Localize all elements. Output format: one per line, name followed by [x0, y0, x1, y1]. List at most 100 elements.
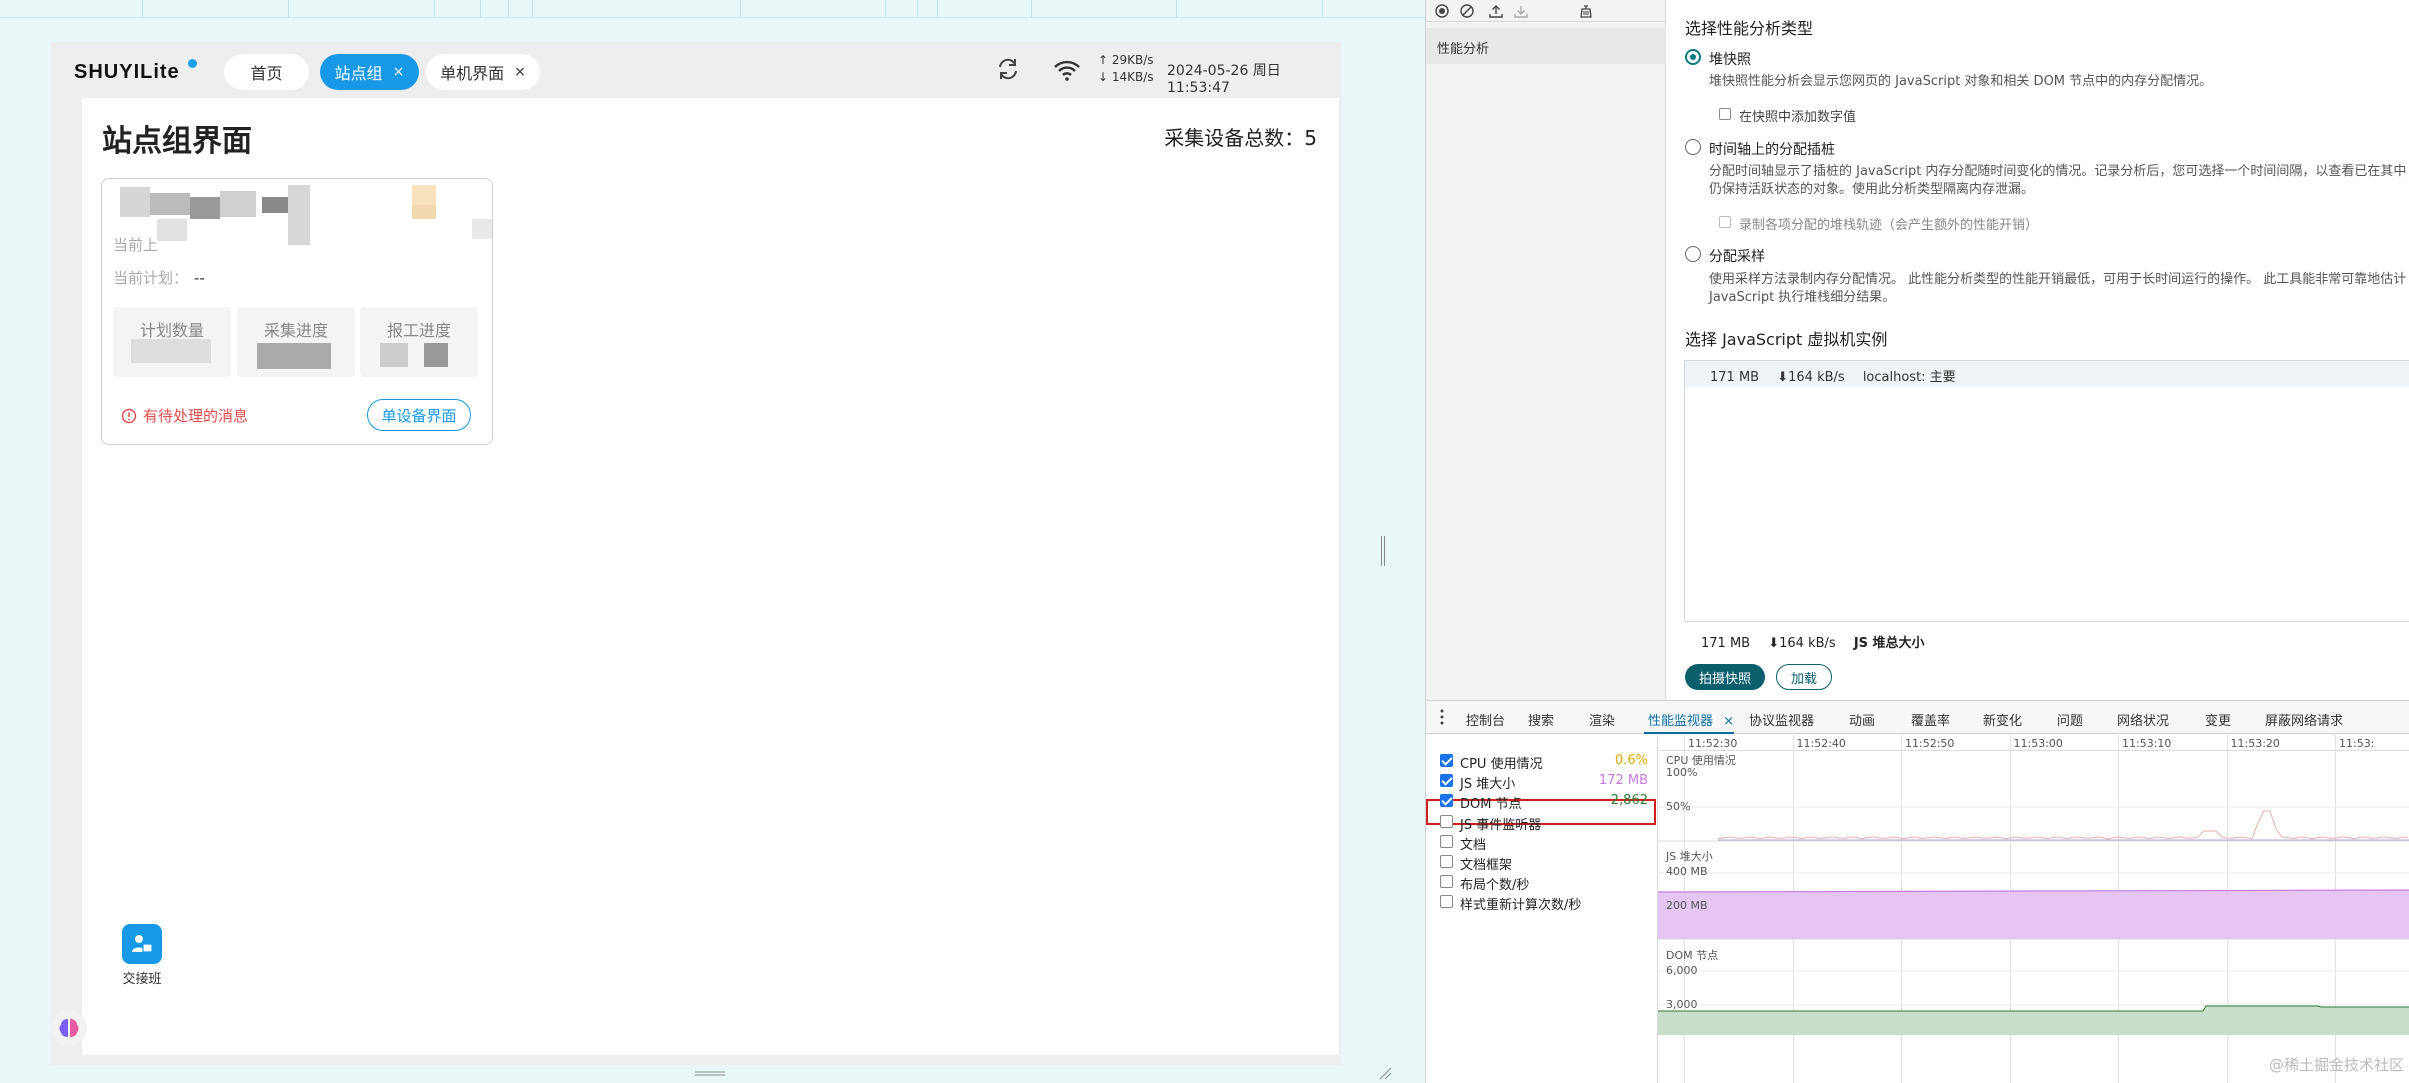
current-line-label: 当前上 [113, 236, 159, 254]
ruler-tick [434, 0, 435, 18]
devtools-panel: 性能分析 选择性能分析类型 堆快照 堆快照性能分析会显示您网页的 JavaScr… [1425, 0, 2409, 1083]
close-icon[interactable]: × [514, 64, 526, 80]
ruler-tick [532, 0, 533, 18]
tab-coverage[interactable]: 覆盖率 [1911, 710, 1950, 729]
top-bar: SHUYILite 首页 站点组 × 单机界面 × ↑ 29KB/s ↓ 14K… [51, 42, 1341, 98]
record-icon[interactable] [1434, 3, 1450, 19]
vm-instance-row[interactable]: 171 MB ⬇164 kB/s localhost: 主要 [1685, 361, 2409, 387]
tab-animations[interactable]: 动画 [1849, 710, 1875, 729]
tab-rendering[interactable]: 渲染 [1589, 710, 1615, 729]
download-speed: ↓ 14KB/s [1098, 70, 1154, 84]
download-icon[interactable] [1513, 3, 1529, 19]
resize-grip-icon[interactable] [1378, 1066, 1392, 1080]
blurred-area [288, 185, 310, 245]
network-speed: ↑ 29KB/s ↓ 14KB/s [1098, 52, 1154, 86]
refresh-icon[interactable] [995, 56, 1021, 82]
allocation-timeline-desc-2: 仍保持活跃状态的对象。使用此分析类型隔离内存泄漏。 [1709, 182, 2035, 197]
allocation-sampling-desc-2: JavaScript 执行堆栈细分结果。 [1709, 290, 1896, 305]
tab-issues[interactable]: 问题 [2057, 710, 2083, 729]
metric-checkbox[interactable] [1440, 895, 1453, 908]
metric-value: 172 MB [1598, 773, 1648, 788]
info-icon [121, 408, 137, 423]
dom-graph-title: DOM 节点 [1666, 949, 1719, 962]
profiles-sidebar: 性能分析 [1426, 0, 1666, 700]
allocation-timeline-radio[interactable] [1685, 139, 1701, 155]
tab-single-machine[interactable]: 单机界面 × [426, 54, 540, 90]
horizontal-splitter-handle[interactable] [695, 1070, 725, 1078]
allocation-timeline-label: 时间轴上的分配插桩 [1709, 142, 1835, 158]
metric-checkbox[interactable] [1440, 875, 1453, 888]
tab-home[interactable]: 首页 [224, 54, 309, 90]
blurred-area [220, 191, 256, 217]
expose-numeric-label: 在快照中添加数字值 [1739, 110, 1857, 125]
ruler-tick [937, 0, 938, 18]
metric-checkbox[interactable] [1440, 815, 1453, 828]
cpu-usage-line [1717, 810, 2409, 840]
garbage-collect-icon[interactable] [1578, 3, 1594, 19]
sidebar-item-profiles[interactable]: 性能分析 [1426, 28, 1666, 64]
handover-label: 交接班 [122, 972, 162, 987]
device-total: 采集设备总数：5 [1164, 126, 1317, 150]
metric-checkbox[interactable] [1440, 774, 1453, 787]
blurred-area [257, 343, 331, 369]
heap-400-label: 400 MB [1666, 865, 1708, 878]
tab-changes[interactable]: 变更 [2205, 710, 2231, 729]
blurred-area [412, 205, 436, 219]
dom-6000-label: 6,000 [1666, 964, 1698, 977]
tab-network-request-blocking[interactable]: 屏蔽网络请求 [2265, 710, 2343, 729]
heap-snapshot-radio[interactable] [1685, 49, 1701, 65]
metric-checkbox[interactable] [1440, 855, 1453, 868]
close-icon[interactable]: × [1723, 714, 1734, 729]
tab-network-conditions[interactable]: 网络状况 [2117, 710, 2169, 729]
metric-checkbox[interactable] [1440, 794, 1453, 807]
metric-checkbox[interactable] [1440, 754, 1453, 767]
tab-search[interactable]: 搜索 [1528, 710, 1554, 729]
take-snapshot-button[interactable]: 拍摄快照 [1685, 664, 1765, 690]
stat-plan-quantity: 计划数量 [113, 307, 231, 377]
close-icon[interactable]: × [393, 64, 405, 80]
single-device-button[interactable]: 单设备界面 [367, 399, 471, 431]
expose-numeric-checkbox[interactable] [1719, 108, 1731, 120]
tab-label: 单机界面 [440, 64, 505, 83]
metric-checkbox[interactable] [1440, 835, 1453, 848]
profile-type-panel: 选择性能分析类型 堆快照 堆快照性能分析会显示您网页的 JavaScript 对… [1667, 0, 2409, 700]
blurred-area [120, 187, 150, 217]
dom-nodes-area [1658, 1006, 2409, 1035]
brain-icon[interactable] [51, 1010, 87, 1046]
load-button[interactable]: 加载 [1776, 664, 1832, 690]
graph-canvas [1658, 806, 2409, 1035]
tab-protocol-monitor[interactable]: 协议监视器 [1749, 710, 1814, 729]
heap-snapshot-label: 堆快照 [1709, 52, 1751, 68]
record-stack-checkbox[interactable] [1719, 216, 1731, 228]
tab-changes-new[interactable]: 新变化 [1983, 710, 2022, 729]
logo-dot [188, 59, 197, 68]
ruler-tick [1322, 0, 1323, 18]
stat-label: 采集进度 [263, 321, 328, 340]
upload-speed: ↑ 29KB/s [1098, 53, 1154, 67]
page-title: 站点组界面 [102, 124, 252, 159]
handover-button[interactable]: 交接班 [117, 924, 167, 987]
tab-site-group[interactable]: 站点组 × [320, 54, 419, 90]
select-type-title: 选择性能分析类型 [1685, 19, 1814, 38]
main-content: 站点组界面 采集设备总数：5 当前上 当前计划： -- 计划数量 采集进度 报工… [82, 98, 1339, 1055]
more-icon[interactable] [1440, 709, 1444, 725]
ruler-tick [288, 0, 289, 18]
metric-value: 0.6% [1614, 753, 1648, 768]
heap-graph-title: JS 堆大小 [1666, 850, 1713, 863]
ruler-tick [885, 0, 886, 18]
tab-performance-monitor[interactable]: 性能监视器 × [1648, 710, 1734, 729]
upload-icon[interactable] [1488, 3, 1504, 19]
pending-message[interactable]: 有待处理的消息 [121, 405, 248, 426]
dom-3000-label: 3,000 [1666, 998, 1698, 1011]
current-line: 当前上 [113, 234, 158, 255]
blurred-area [157, 219, 187, 241]
allocation-sampling-radio[interactable] [1685, 246, 1701, 262]
tab-console[interactable]: 控制台 [1466, 710, 1505, 729]
current-plan: 当前计划： -- [113, 267, 205, 288]
logo: SHUYILite [74, 61, 180, 83]
clear-icon[interactable] [1459, 3, 1475, 19]
vertical-splitter-handle[interactable] [1380, 536, 1386, 566]
metric-row[interactable]: 样式重新计算次数/秒 [1440, 890, 1656, 914]
allocation-sampling-desc: 使用采样方法录制内存分配情况。 此性能分析类型的性能开销最低，可用于长时间运行的… [1709, 272, 2407, 287]
vm-total-size: 171 MB [1701, 636, 1751, 651]
